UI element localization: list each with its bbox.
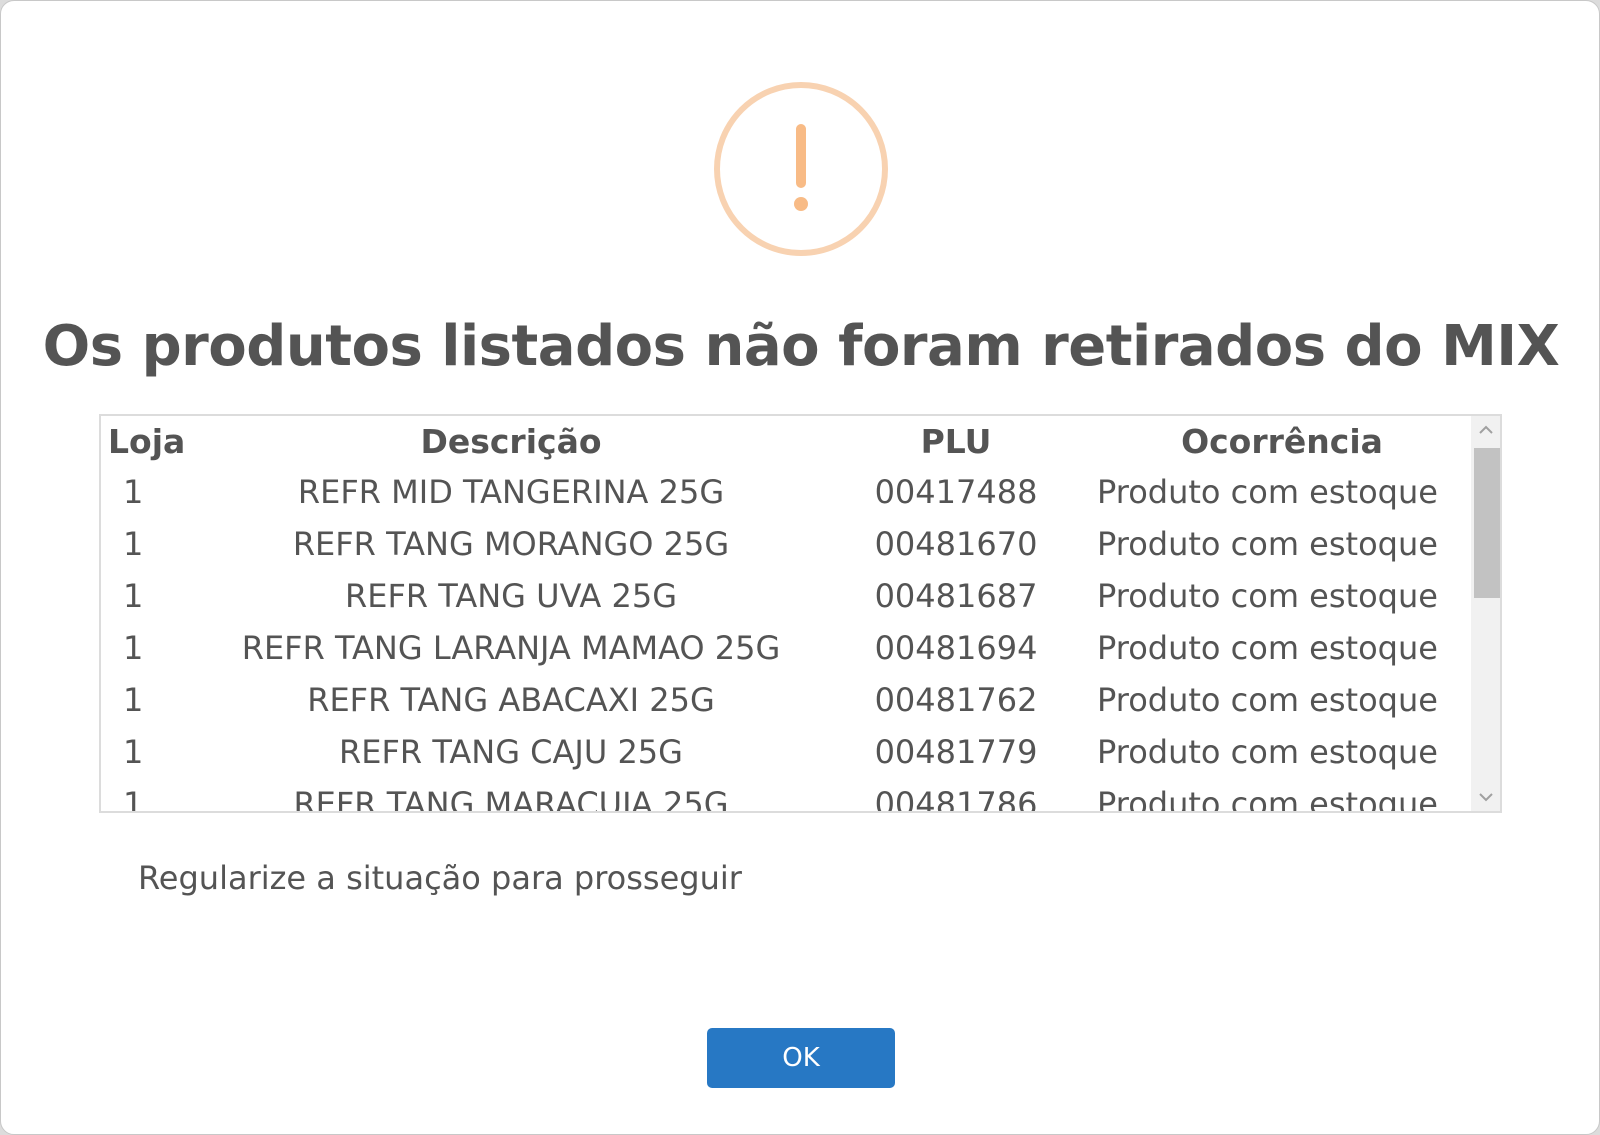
dialog-message: Regularize a situação para prosseguir [138,859,742,897]
cell-descricao: REFR TANG MARACUJA 25G [293,785,729,811]
cell-loja: 1 [123,785,144,811]
warning-exclamation-icon [714,82,888,256]
column-header-ocorrencia: Ocorrência [1181,421,1383,461]
cell-ocorrencia: Produto com estoque [1097,733,1438,771]
cell-ocorrencia: Produto com estoque [1097,473,1438,511]
column-header-descricao: Descrição [420,421,602,461]
cell-loja: 1 [123,577,144,615]
column-header-loja: Loja [108,421,186,461]
products-table-viewport: Loja Descrição PLU Ocorrência 1 REFR MID… [101,416,1473,812]
chevron-up-icon[interactable] [1471,416,1500,444]
table-header-row: Loja Descrição PLU Ocorrência [101,416,1473,466]
products-table-container[interactable]: Loja Descrição PLU Ocorrência 1 REFR MID… [99,414,1502,813]
cell-ocorrencia: Produto com estoque [1097,785,1438,811]
cell-loja: 1 [123,473,144,511]
scrollbar-thumb[interactable] [1474,448,1500,598]
alert-dialog: Os produtos listados não foram retirados… [0,0,1600,1135]
cell-plu: 00481779 [874,733,1038,771]
cell-plu: 00481694 [874,629,1038,667]
table-row: 1 REFR TANG MARACUJA 25G 00481786 Produt… [101,778,1473,811]
cell-ocorrencia: Produto com estoque [1097,681,1438,719]
cell-ocorrencia: Produto com estoque [1097,577,1438,615]
cell-plu: 00481670 [874,525,1038,563]
products-table: Loja Descrição PLU Ocorrência 1 REFR MID… [101,416,1473,812]
table-row: 1 REFR MID TANGERINA 25G 00417488 Produt… [101,466,1473,518]
column-header-plu: PLU [920,421,992,461]
cell-descricao: REFR TANG ABACAXI 25G [307,681,715,719]
cell-descricao: REFR TANG CAJU 25G [339,733,683,771]
table-row: 1 REFR TANG CAJU 25G 00481779 Produto co… [101,726,1473,778]
table-row: 1 REFR TANG MORANGO 25G 00481670 Produto… [101,518,1473,570]
chevron-down-icon[interactable] [1471,783,1500,811]
ok-button[interactable]: OK [707,1028,895,1088]
cell-loja: 1 [123,733,144,771]
cell-plu: 00417488 [874,473,1038,511]
cell-ocorrencia: Produto com estoque [1097,629,1438,667]
cell-descricao: REFR MID TANGERINA 25G [297,473,725,511]
cell-loja: 1 [123,681,144,719]
table-row: 1 REFR TANG UVA 25G 00481687 Produto com… [101,570,1473,622]
cell-descricao: REFR TANG UVA 25G [345,577,677,615]
cell-plu: 00481786 [874,785,1038,811]
table-scrollbar[interactable] [1471,416,1500,811]
dialog-title: Os produtos listados não foram retirados… [42,314,1560,379]
cell-loja: 1 [123,629,144,667]
cell-loja: 1 [123,525,144,563]
cell-plu: 00481762 [874,681,1038,719]
table-row: 1 REFR TANG LARANJA MAMAO 25G 00481694 P… [101,622,1473,674]
cell-descricao: REFR TANG MORANGO 25G [292,525,730,563]
cell-descricao: REFR TANG LARANJA MAMAO 25G [241,629,781,667]
cell-plu: 00481687 [874,577,1038,615]
table-row: 1 REFR TANG ABACAXI 25G 00481762 Produto… [101,674,1473,726]
cell-ocorrencia: Produto com estoque [1097,525,1438,563]
